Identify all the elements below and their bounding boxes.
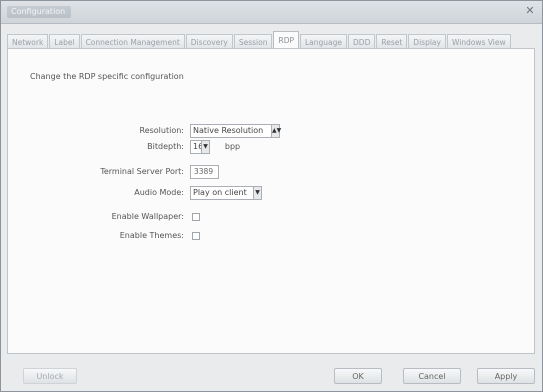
bitdepth-row: Bitdepth: 16 ▼ bpp [8,140,528,154]
tab-rdp[interactable]: RDP [273,31,299,49]
resolution-dropdown-icon[interactable]: ▲▼ [271,125,281,137]
configuration-window: Configuration ✕ Network Label Connection… [0,0,543,392]
port-label: Terminal Server Port: [100,167,184,176]
rdp-settings-panel: Change the RDP specific configuration Re… [7,48,535,354]
bitdepth-unit: bpp [224,142,241,151]
audio-label: Audio Mode: [134,188,184,197]
audio-row: Audio Mode: Play on client ▼ [8,186,528,200]
audio-field: Play on client ▼ [190,186,262,200]
close-icon[interactable]: ✕ [524,5,536,17]
panel-description: Change the RDP specific configuration [30,72,184,81]
themes-field [190,229,200,243]
wallpaper-checkbox[interactable] [192,213,200,221]
wallpaper-row: Enable Wallpaper: [8,210,528,224]
port-row: Terminal Server Port: 3389 [8,165,528,179]
tab-language[interactable]: Language [300,34,348,49]
themes-label: Enable Themes: [119,231,184,240]
tab-discovery[interactable]: Discovery [185,34,233,49]
resolution-select[interactable]: Native Resolution ▲▼ [190,124,281,138]
window-title: Configuration [7,6,71,18]
bitdepth-label: Bitdepth: [147,142,184,151]
port-input[interactable]: 3389 [190,165,219,179]
unlock-button[interactable]: Unlock [23,368,77,384]
bitdepth-dropdown-icon[interactable]: ▼ [201,141,209,153]
audio-dropdown-icon[interactable]: ▼ [253,187,261,199]
themes-row: Enable Themes: [8,229,528,243]
wallpaper-field [190,210,200,224]
button-bar: Unlock OK Cancel Apply [1,361,542,391]
tab-session[interactable]: Session [233,34,273,49]
bitdepth-field: 16 ▼ bpp [190,140,240,154]
tab-display[interactable]: Display [408,34,446,49]
tab-network[interactable]: Network [7,34,49,49]
audio-value: Play on client [193,188,247,197]
bitdepth-select[interactable]: 16 ▼ [190,140,210,154]
audio-select[interactable]: Play on client ▼ [190,186,262,200]
resolution-value: Native Resolution [193,126,264,135]
tab-connection-management[interactable]: Connection Management [80,34,185,49]
resolution-field: Native Resolution ▲▼ [190,124,281,138]
tab-strip: Network Label Connection Management Disc… [7,31,536,49]
cancel-button[interactable]: Cancel [403,368,461,384]
apply-button[interactable]: Apply [477,368,535,384]
resolution-label: Resolution: [139,126,185,135]
tab-windows-view[interactable]: Windows View [446,34,511,49]
port-field: 3389 [190,165,219,179]
tab-ddd[interactable]: DDD [348,34,376,49]
ok-button[interactable]: OK [334,368,382,384]
themes-checkbox[interactable] [192,232,200,240]
resolution-row: Resolution: Native Resolution ▲▼ [8,124,528,138]
tab-label[interactable]: Label [49,34,80,49]
title-bar: Configuration ✕ [1,1,542,24]
wallpaper-label: Enable Wallpaper: [111,212,184,221]
tab-reset[interactable]: Reset [376,34,408,49]
